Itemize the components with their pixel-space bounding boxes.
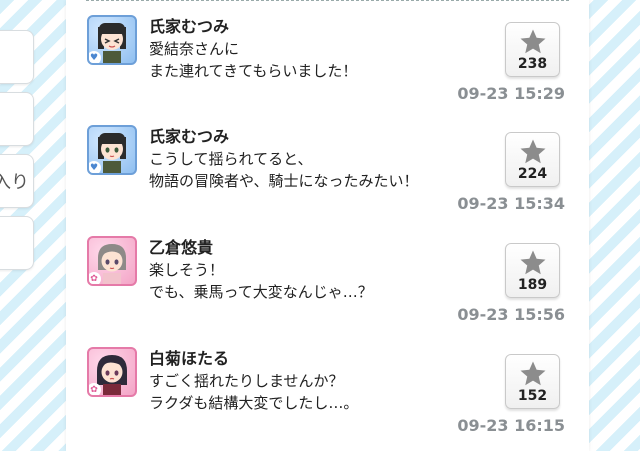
like-button[interactable]: 238 <box>505 22 560 77</box>
side-tab[interactable] <box>0 30 34 84</box>
star-icon <box>520 139 546 164</box>
avatar[interactable]: ✿ <box>87 347 137 397</box>
poster-name: 氏家むつみ <box>149 127 230 146</box>
post-item: ✿ 乙倉悠貴 楽しそう！ でも、乗馬って大変なんじゃ…？ 189 09-23 1… <box>66 221 589 331</box>
message-line: ラクダも結構大変でしたし…。 <box>149 394 359 412</box>
flower-icon: ✿ <box>89 383 101 395</box>
message-line: 物語の冒険者や、騎士になったみたい！ <box>149 172 419 190</box>
side-tab[interactable] <box>0 216 34 270</box>
heart-icon: ♥ <box>89 161 101 173</box>
like-button[interactable]: 189 <box>505 243 560 298</box>
like-button[interactable]: 224 <box>505 132 560 187</box>
avatar[interactable]: ✿ <box>87 236 137 286</box>
avatar[interactable]: ♥ <box>87 125 137 175</box>
poster-name: 白菊ほたる <box>149 349 230 368</box>
heart-icon: ♥ <box>89 51 101 63</box>
post-item: ✿ 白菊ほたる すごく揺れたりしませんか？ ラクダも結構大変でしたし…。 152… <box>66 332 589 442</box>
side-tab-list: 入り <box>0 30 34 278</box>
avatar[interactable]: ♥ <box>87 15 137 65</box>
timeline-panel: ♥ 氏家むつみ 愛結奈さんに また連れてきてもらいました！ 238 09-23 … <box>66 0 589 451</box>
side-tab-favorites[interactable]: 入り <box>0 154 34 208</box>
message-line: 愛結奈さんに <box>149 40 240 58</box>
side-tab[interactable] <box>0 92 34 146</box>
post-message: こうして揺られてると、 物語の冒険者や、騎士になったみたい！ <box>149 148 479 192</box>
message-line: でも、乗馬って大変なんじゃ…？ <box>149 283 373 301</box>
like-count: 189 <box>517 277 548 293</box>
poster-name: 乙倉悠貴 <box>149 238 214 257</box>
like-count: 152 <box>517 388 548 404</box>
post-timestamp: 09-23 15:29 <box>457 84 565 103</box>
post-timestamp: 09-23 15:34 <box>457 194 565 213</box>
poster-name: 氏家むつみ <box>149 17 230 36</box>
message-line: すごく揺れたりしませんか？ <box>149 372 344 390</box>
star-icon <box>520 250 546 275</box>
flower-icon: ✿ <box>89 272 101 284</box>
star-icon <box>520 361 546 386</box>
message-line: 楽しそう！ <box>149 261 225 279</box>
post-message: 愛結奈さんに また連れてきてもらいました！ <box>149 38 479 82</box>
like-count: 238 <box>517 56 548 72</box>
post-item: ♥ 氏家むつみ こうして揺られてると、 物語の冒険者や、騎士になったみたい！ 2… <box>66 110 589 220</box>
message-line: また連れてきてもらいました！ <box>149 62 358 80</box>
side-tab-label: 入り <box>0 172 29 193</box>
like-button[interactable]: 152 <box>505 354 560 409</box>
star-icon <box>520 29 546 54</box>
post-message: 楽しそう！ でも、乗馬って大変なんじゃ…？ <box>149 259 479 303</box>
post-message: すごく揺れたりしませんか？ ラクダも結構大変でしたし…。 <box>149 370 479 414</box>
post-timestamp: 09-23 16:15 <box>457 416 565 435</box>
post-timestamp: 09-23 15:56 <box>457 305 565 324</box>
post-item: ♥ 氏家むつみ 愛結奈さんに また連れてきてもらいました！ 238 09-23 … <box>66 0 589 110</box>
like-count: 224 <box>517 166 548 182</box>
message-line: こうして揺られてると、 <box>149 150 313 168</box>
